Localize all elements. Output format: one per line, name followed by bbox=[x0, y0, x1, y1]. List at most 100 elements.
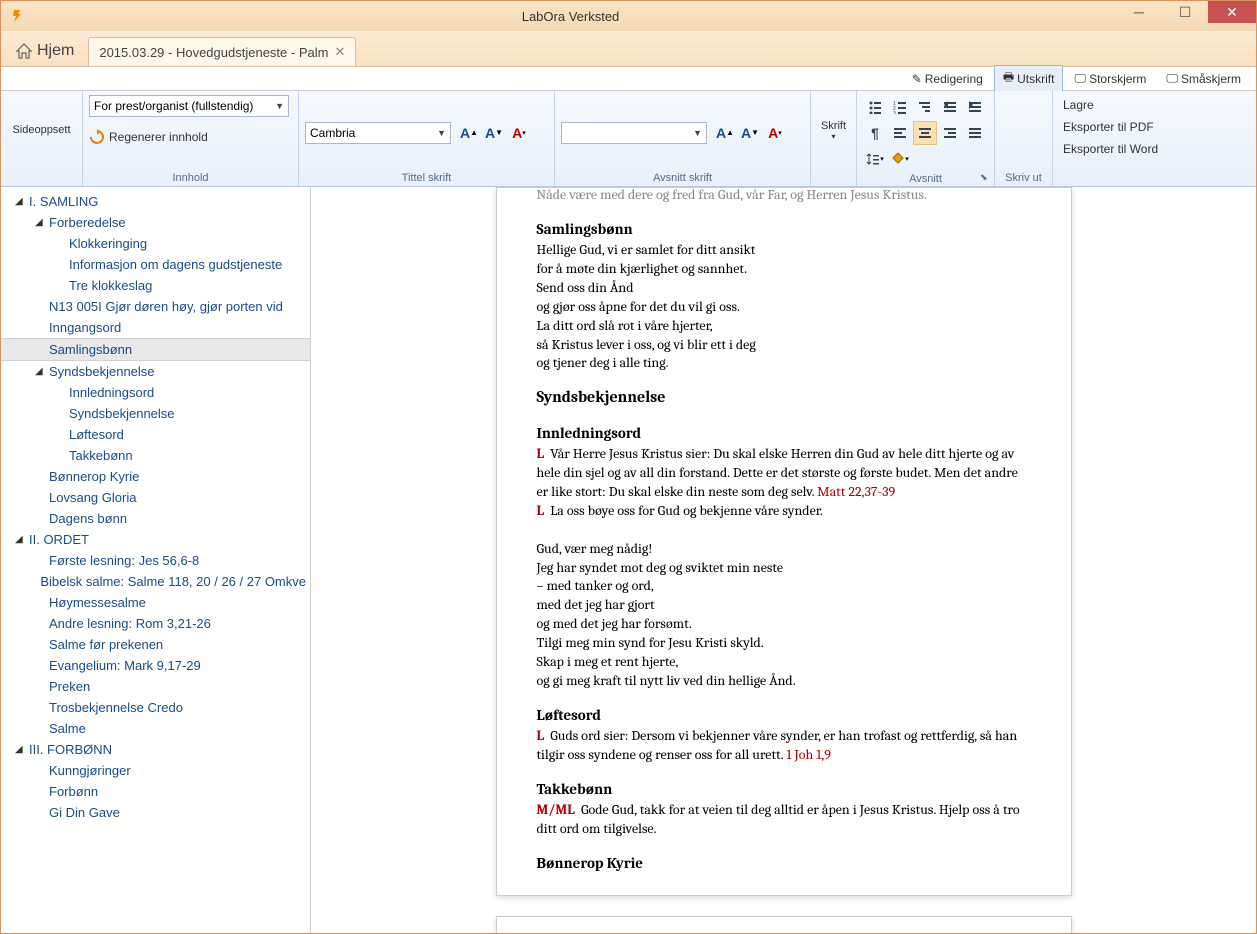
close-button[interactable]: ✕ bbox=[1208, 1, 1256, 23]
mode-utskrift[interactable]: 🖶Utskrift bbox=[994, 65, 1064, 92]
tree-item-label: N13 005I Gjør døren høy, gjør porten vid bbox=[49, 299, 283, 314]
heading-innledning: Innledningsord bbox=[537, 423, 1031, 443]
chevron-down-icon: ▼ bbox=[275, 101, 284, 111]
sideoppsett-button[interactable]: Sideoppsett bbox=[7, 95, 76, 165]
shading-button[interactable]: ▾ bbox=[888, 147, 912, 171]
tree-item[interactable]: Bibelsk salme: Salme 118, 20 / 26 / 27 O… bbox=[1, 571, 310, 592]
tree-item-label: Andre lesning: Rom 3,21-26 bbox=[49, 616, 211, 631]
tree-item[interactable]: Trosbekjennelse Credo bbox=[1, 697, 310, 718]
mode-storskjerm[interactable]: 🖵Storskjerm bbox=[1065, 68, 1155, 89]
tab-bar: Hjem 2015.03.29 - Hovedgudstjeneste - Pa… bbox=[1, 31, 1256, 67]
tree-item[interactable]: Informasjon om dagens gudstjeneste bbox=[1, 254, 310, 275]
tree-item[interactable]: ◢III. FORBØNN bbox=[1, 739, 310, 760]
skrift-button[interactable]: Skrift ▾ bbox=[817, 95, 850, 165]
tree-item[interactable]: ◢II. ORDET bbox=[1, 529, 310, 550]
tree-item[interactable]: ◢Forberedelse bbox=[1, 212, 310, 233]
expander-icon: ◢ bbox=[15, 534, 27, 545]
tree-item-label: Første lesning: Jes 56,6-8 bbox=[49, 553, 199, 568]
page-next bbox=[496, 916, 1072, 933]
align-center-button[interactable] bbox=[913, 121, 937, 145]
paragraph-mark-button[interactable]: ¶ bbox=[863, 121, 887, 145]
tree-item[interactable]: Klokkeringing bbox=[1, 233, 310, 254]
tree-item[interactable]: Høymessesalme bbox=[1, 592, 310, 613]
paragraph-font-combo[interactable]: ▼ bbox=[561, 122, 707, 144]
tree-item[interactable]: Preken bbox=[1, 676, 310, 697]
indent-decrease-button[interactable] bbox=[938, 95, 962, 119]
font-shrink-button-2[interactable]: A▼ bbox=[738, 121, 762, 145]
export-pdf-button[interactable]: Eksporter til PDF bbox=[1059, 117, 1250, 137]
maximize-button[interactable]: ☐ bbox=[1162, 1, 1208, 23]
tree-item-label: Lovsang Gloria bbox=[49, 490, 136, 505]
tree-item[interactable]: Evangelium: Mark 9,17-29 bbox=[1, 655, 310, 676]
tree-item[interactable]: Forbønn bbox=[1, 781, 310, 802]
tree-item[interactable]: Syndsbekjennelse bbox=[1, 403, 310, 424]
bullets-button[interactable] bbox=[863, 95, 887, 119]
font-grow-button-2[interactable]: A▲ bbox=[713, 121, 737, 145]
multilevel-button[interactable] bbox=[913, 95, 937, 119]
numbering-button[interactable]: 123 bbox=[888, 95, 912, 119]
font-color-button-2[interactable]: A▾ bbox=[763, 121, 787, 145]
heading-synds: Syndsbekjennelse bbox=[537, 387, 1031, 409]
document-tab[interactable]: 2015.03.29 - Hovedgudstjeneste - Palm ✕ bbox=[88, 37, 356, 66]
font-grow-button[interactable]: A▲ bbox=[457, 121, 481, 145]
group-label-innhold: Innhold bbox=[89, 170, 292, 184]
line-spacing-button[interactable]: ▾ bbox=[863, 147, 887, 171]
tree-item[interactable]: Salme bbox=[1, 718, 310, 739]
screen-small-icon: 🖵 bbox=[1166, 71, 1178, 86]
expander-icon: ◢ bbox=[35, 366, 47, 377]
indent-increase-button[interactable] bbox=[963, 95, 987, 119]
dialog-launcher-icon[interactable]: ⬊ bbox=[980, 172, 992, 184]
tree-item[interactable]: ◢Syndsbekjennelse bbox=[1, 361, 310, 382]
font-combo[interactable]: Cambria▼ bbox=[305, 122, 451, 144]
chevron-down-icon: ▾ bbox=[831, 132, 835, 141]
tree-item[interactable]: Bønnerop Kyrie bbox=[1, 466, 310, 487]
group-label-avsnittskrift: Avsnitt skrift bbox=[561, 170, 804, 184]
mode-smaskjerm[interactable]: 🖵Småskjerm bbox=[1157, 68, 1250, 89]
home-icon bbox=[15, 42, 33, 60]
align-left-button[interactable] bbox=[888, 121, 912, 145]
align-justify-button[interactable] bbox=[963, 121, 987, 145]
tree-item[interactable]: Innledningsord bbox=[1, 382, 310, 403]
regenerate-button[interactable]: Regenerer innhold bbox=[89, 129, 292, 145]
page: Nåde være med dere og fred fra Gud, vår … bbox=[496, 187, 1072, 896]
close-tab-icon[interactable]: ✕ bbox=[334, 44, 345, 60]
tree-item[interactable]: Samlingsbønn bbox=[1, 338, 310, 361]
minimize-button[interactable]: ─ bbox=[1116, 1, 1162, 23]
ribbon: Sideoppsett For prest/organist (fullsten… bbox=[1, 91, 1256, 187]
font-color-button[interactable]: A▾ bbox=[507, 121, 531, 145]
tree-item[interactable]: Tre klokkeslag bbox=[1, 275, 310, 296]
tree-item[interactable]: Dagens bønn bbox=[1, 508, 310, 529]
tree-item[interactable]: Kunngjøringer bbox=[1, 760, 310, 781]
tree-item[interactable]: Salme før prekenen bbox=[1, 634, 310, 655]
outline-tree[interactable]: ◢I. SAMLING◢ForberedelseKlokkeringingInf… bbox=[1, 187, 311, 933]
home-tab[interactable]: Hjem bbox=[5, 36, 84, 66]
tree-item[interactable]: ◢I. SAMLING bbox=[1, 191, 310, 212]
tree-item-label: Preken bbox=[49, 679, 90, 694]
preset-combo[interactable]: For prest/organist (fullstendig)▼ bbox=[89, 95, 289, 117]
group-label-avsnitt: Avsnitt bbox=[863, 171, 988, 185]
tree-item[interactable]: Inngangsord bbox=[1, 317, 310, 338]
tree-item-label: Syndsbekjennelse bbox=[49, 364, 155, 379]
tree-item[interactable]: Gi Din Gave bbox=[1, 802, 310, 823]
export-word-button[interactable]: Eksporter til Word bbox=[1059, 139, 1250, 159]
tree-item[interactable]: Takkebønn bbox=[1, 445, 310, 466]
titlebar: LabOra Verksted ─ ☐ ✕ bbox=[1, 1, 1256, 31]
tree-item-label: Samlingsbønn bbox=[49, 342, 132, 357]
tree-item-label: II. ORDET bbox=[29, 532, 89, 547]
lagre-button[interactable]: Lagre bbox=[1059, 95, 1250, 115]
align-right-button[interactable] bbox=[938, 121, 962, 145]
mode-redigering[interactable]: ✎Redigering bbox=[903, 69, 992, 89]
tree-item[interactable]: Lovsang Gloria bbox=[1, 487, 310, 508]
tree-item-label: Bibelsk salme: Salme 118, 20 / 26 / 27 O… bbox=[40, 574, 306, 589]
tree-item[interactable]: Andre lesning: Rom 3,21-26 bbox=[1, 613, 310, 634]
heading-kyrie: Bønnerop Kyrie bbox=[537, 853, 1031, 873]
tree-item[interactable]: Løftesord bbox=[1, 424, 310, 445]
chevron-down-icon: ▼ bbox=[693, 128, 702, 138]
tree-item[interactable]: Første lesning: Jes 56,6-8 bbox=[1, 550, 310, 571]
font-shrink-button[interactable]: A▼ bbox=[482, 121, 506, 145]
tree-item-label: Evangelium: Mark 9,17-29 bbox=[49, 658, 201, 673]
document-preview[interactable]: Nåde være med dere og fred fra Gud, vår … bbox=[311, 187, 1256, 933]
home-tab-label: Hjem bbox=[37, 42, 74, 60]
window-title: LabOra Verksted bbox=[25, 9, 1116, 24]
tree-item[interactable]: N13 005I Gjør døren høy, gjør porten vid bbox=[1, 296, 310, 317]
